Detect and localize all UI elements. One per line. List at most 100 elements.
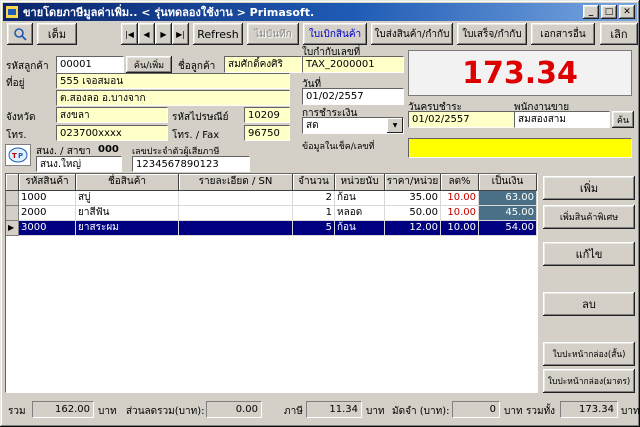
address-line1-field[interactable]: 555 เจอสมอน xyxy=(56,73,290,89)
add-special-item-button[interactable]: เพิ่มสินค้าพิเศษ xyxy=(543,205,635,229)
maximize-button[interactable]: □ xyxy=(601,5,617,19)
row-selector-current xyxy=(6,221,19,236)
baht-label: บาท xyxy=(98,406,117,417)
cell-name: สบู่ xyxy=(76,191,179,206)
cell-detail xyxy=(179,191,293,206)
delivery-invoice-button[interactable]: ใบส่งสินค้า/กำกับ xyxy=(371,23,453,45)
cheque-info-label: ข้อมูลในเช็ค/เลขที่ xyxy=(302,142,375,152)
nav-first-button[interactable]: |◀ xyxy=(121,23,138,45)
cell-code: 1000 xyxy=(19,191,76,206)
app-window: ขายโดยภาษีมูลค่าเพิ่ม.. < รุ่นทดลองใช้งา… xyxy=(0,0,640,427)
cell-qty: 2 xyxy=(293,191,335,206)
cell-name: ยาสระผม xyxy=(76,221,179,236)
nav-next-button[interactable]: ▶ xyxy=(155,23,172,45)
cell-unit: ก้อน xyxy=(335,221,385,236)
dropdown-arrow-icon[interactable] xyxy=(387,118,403,133)
totals-bar: รวม 162.00 บาท ส่วนลดรวม(บาท): 0.00 ภาษี… xyxy=(0,399,640,423)
withdraw-slip-button[interactable]: ใบเบิกสินค้า xyxy=(303,23,367,45)
header-form: รหัสลูกค้า 00001 ค้น/เพิ่ม ชื่อลูกค้า สม… xyxy=(0,44,640,172)
baht-label: บาท xyxy=(621,406,640,417)
svg-text:P: P xyxy=(18,152,23,160)
cheque-info-field[interactable] xyxy=(408,138,632,158)
phone-label: โทร. xyxy=(6,130,27,141)
total-discount-value: 0.00 xyxy=(206,401,262,418)
deposit-label: มัดจำ (บาท): xyxy=(392,406,450,417)
cell-price: 35.00 xyxy=(385,191,441,206)
refresh-button[interactable]: Refresh xyxy=(193,23,243,45)
col-discount-header: ลด% xyxy=(441,174,479,191)
col-code-header: รหัสสินค้า xyxy=(19,174,76,191)
table-row-selected[interactable]: 3000 ยาสระผม 5 ก้อน 12.00 10.00 54.00 xyxy=(6,221,537,236)
grand-total-label: รวมทั้ง xyxy=(526,406,556,417)
salesperson-field[interactable]: สมสองสาม xyxy=(514,111,610,128)
date-field[interactable]: 01/02/2557 xyxy=(302,88,404,105)
customer-name-label: ชื่อลูกค้า xyxy=(178,61,216,72)
customer-code-field[interactable]: 00001 xyxy=(56,56,124,73)
other-docs-button[interactable]: เอกสารอื่น xyxy=(531,23,595,45)
table-row[interactable]: 1000 สบู่ 2 ก้อน 35.00 10.00 63.00 xyxy=(6,191,537,206)
row-selector xyxy=(6,191,19,206)
branch-code: 000 xyxy=(98,144,119,155)
cell-discount: 10.00 xyxy=(441,191,479,206)
nav-last-button[interactable]: ▶| xyxy=(172,23,189,45)
vat-value: 11.34 xyxy=(306,401,362,418)
due-date-field[interactable]: 01/02/2557 xyxy=(408,111,516,128)
cell-code: 2000 xyxy=(19,206,76,221)
receipt-invoice-button[interactable]: ใบเสร็จ/กำกับ xyxy=(457,23,527,45)
col-unit-header: หน่วยนับ xyxy=(335,174,385,191)
grand-total-display: 173.34 xyxy=(408,50,632,96)
tax-id-field[interactable]: 1234567890123 xyxy=(132,156,250,172)
col-price-header: ราคา/หน่วย xyxy=(385,174,441,191)
address-label: ที่อยู่ xyxy=(6,78,25,89)
invoice-no-field[interactable]: TAX_2000001 xyxy=(302,56,404,73)
table-row[interactable]: 2000 ยาสีฟัน 1 หลอด 50.00 10.00 45.00 xyxy=(6,206,537,221)
selector-column-header xyxy=(6,174,19,191)
address-line2-field[interactable]: ต.สองลอ อ.บางจาก xyxy=(56,90,290,106)
cell-discount: 10.00 xyxy=(441,221,479,236)
add-item-button[interactable]: เพิ่ม xyxy=(543,176,635,200)
payment-value: สด xyxy=(306,120,319,131)
baht-label: บาท xyxy=(504,406,523,417)
cell-price: 12.00 xyxy=(385,221,441,236)
customer-code-label: รหัสลูกค้า xyxy=(6,61,49,72)
salesperson-search-button[interactable]: ค้น xyxy=(612,111,634,128)
nav-prev-button[interactable]: ◀ xyxy=(138,23,155,45)
subtotal-value: 162.00 xyxy=(32,401,94,418)
col-name-header: ชื่อสินค้า xyxy=(76,174,179,191)
delete-item-button[interactable]: ลบ xyxy=(543,292,635,316)
cell-discount: 10.00 xyxy=(441,206,479,221)
svg-text:T: T xyxy=(12,152,17,160)
deposit-value: 0 xyxy=(452,401,500,418)
close-button[interactable]: ✕ xyxy=(619,5,635,19)
exit-button[interactable]: เลิก xyxy=(600,23,638,45)
cell-detail xyxy=(179,221,293,236)
box-label-short-button[interactable]: ใบปะหน้ากล่อง(สั้น) xyxy=(543,342,635,366)
full-view-button[interactable]: เต็ม xyxy=(37,23,77,45)
vat-label: ภาษี xyxy=(284,406,303,417)
fax-field[interactable]: 96750 xyxy=(244,125,290,141)
subtotal-label: รวม xyxy=(8,406,26,417)
province-field[interactable]: สงขลา xyxy=(56,107,168,123)
branch-name-field[interactable]: สนง.ใหญ่ xyxy=(36,156,122,172)
phone-field[interactable]: 023700xxxx xyxy=(56,125,168,141)
minimize-button[interactable]: _ xyxy=(583,5,599,19)
postcode-label: รหัสไปรษณีย์ xyxy=(172,112,229,123)
edit-item-button[interactable]: แก้ไข xyxy=(543,242,635,266)
col-amount-header: เป็นเงิน xyxy=(479,174,537,191)
col-detail-header: รายละเอียด / SN xyxy=(179,174,293,191)
box-label-standard-button[interactable]: ใบปะหน้ากล่อง(มาตร) xyxy=(543,369,635,393)
company-logo-icon: T P xyxy=(5,144,31,166)
customer-name-field[interactable]: สมศักดิ์คงศิริ xyxy=(224,56,302,73)
customer-search-button[interactable]: ค้น/เพิ่ม xyxy=(126,56,172,73)
search-button[interactable] xyxy=(7,23,33,45)
cell-qty: 5 xyxy=(293,221,335,236)
cell-name: ยาสีฟัน xyxy=(76,206,179,221)
postcode-field[interactable]: 10209 xyxy=(244,107,290,123)
cell-qty: 1 xyxy=(293,206,335,221)
grand-total-value: 173.34 xyxy=(560,401,618,418)
fax-label: โทร. / Fax xyxy=(172,130,220,141)
province-label: จังหวัด xyxy=(6,112,36,123)
cell-price: 50.00 xyxy=(385,206,441,221)
payment-dropdown[interactable]: สด xyxy=(302,117,404,134)
cell-amount: 54.00 xyxy=(479,221,537,236)
